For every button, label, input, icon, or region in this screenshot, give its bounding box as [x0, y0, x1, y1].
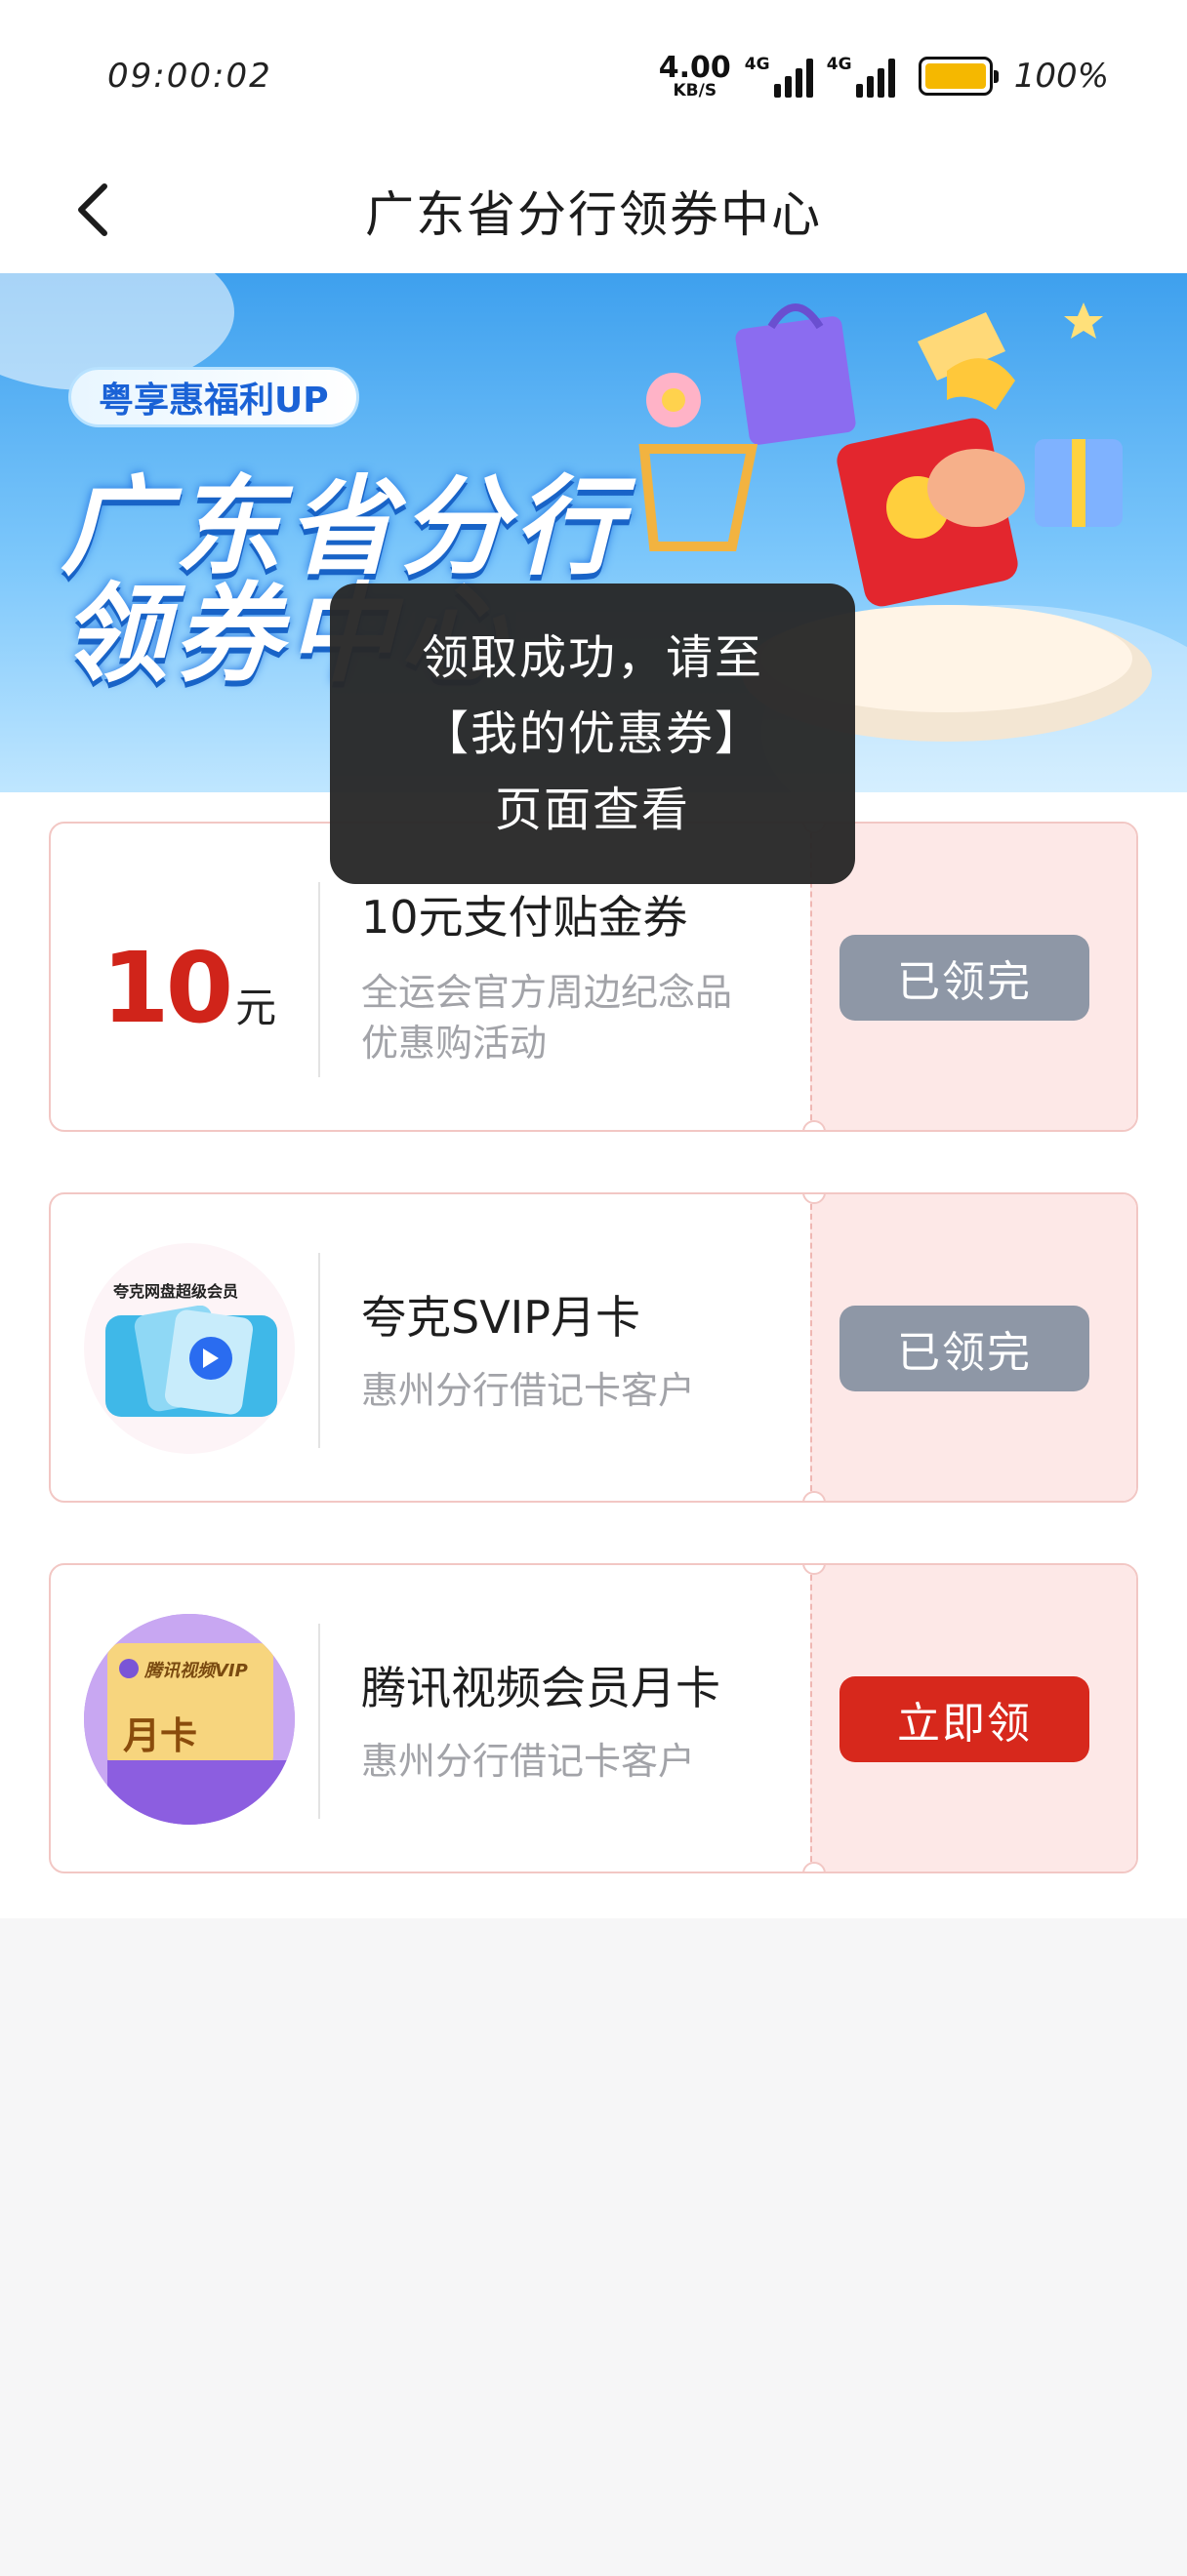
network-speed-value: 4.00	[658, 50, 731, 85]
battery-percent: 100%	[1013, 57, 1109, 96]
claimed-out-button[interactable]: 已领完	[839, 935, 1089, 1021]
sim2-network-label: 4G	[826, 55, 852, 74]
status-time: 09:00:02	[107, 57, 272, 96]
toast-line1: 领取成功，请至	[421, 630, 763, 685]
coupon-amount-unit: 元	[235, 984, 277, 1031]
coupon-description-line1: 惠州分行借记卡客户	[361, 1740, 696, 1783]
claimed-out-button[interactable]: 已领完	[839, 1306, 1089, 1391]
tencent-thumb-caption: 腾讯视频VIP	[144, 1661, 248, 1681]
battery-icon	[918, 57, 999, 96]
coupon-description-line1: 惠州分行借记卡客户	[361, 1369, 696, 1412]
coupon-title: 腾讯视频会员月卡	[361, 1662, 720, 1714]
sim1-network-label: 4G	[744, 55, 770, 74]
coupon-title: 夸克SVIP月卡	[361, 1291, 640, 1344]
status-bar: 09:00:02 4.00 KB/S 4G 4G 100%	[0, 0, 1187, 146]
banner-tag: 粤享惠福利UP	[68, 367, 359, 427]
network-speed: 4.00 KB/S	[658, 50, 731, 101]
coupon-amount-value: 10	[102, 931, 233, 1045]
coupon-title: 10元支付贴金券	[361, 891, 688, 944]
toast-line3: 页面查看	[494, 783, 690, 837]
tencent-thumb-badge: 月卡	[123, 1714, 198, 1757]
network-speed-unit: KB/S	[673, 80, 717, 101]
coupon-card-tencent-video: 腾讯视频VIP 月卡 腾讯视频会员月卡 惠州分行借记卡客户 立即领	[49, 1563, 1138, 1873]
coupon-amount: 10 元	[102, 931, 276, 1045]
coupon-description-line2: 优惠购活动	[361, 1022, 548, 1065]
claim-now-button[interactable]: 立即领	[839, 1676, 1089, 1762]
quark-card-icon	[105, 1306, 277, 1417]
tencent-video-thumbnail: 腾讯视频VIP 月卡	[84, 1614, 295, 1825]
status-indicators: 4.00 KB/S 4G 4G 100%	[659, 49, 1109, 103]
signal-icon-sim1: 4G	[745, 55, 813, 98]
coupon-description-line1: 全运会官方周边纪念品	[361, 971, 733, 1014]
quark-thumb-caption: 夸克网盘超级会员	[113, 1282, 239, 1301]
signal-icon-sim2: 4G	[827, 55, 895, 98]
toast-message: 领取成功，请至 【我的优惠券】 页面查看	[330, 584, 855, 884]
quark-svip-thumbnail: 夸克网盘超级会员	[84, 1243, 295, 1454]
coupon-card-quark: 夸克网盘超级会员 夸克SVIP月卡 惠州分行借记卡客户 已领完	[49, 1192, 1138, 1503]
toast-line2: 【我的优惠券】	[421, 706, 763, 761]
page-title: 广东省分行领券中心	[365, 186, 822, 243]
coupon-list: 10 元 10元支付贴金券 全运会官方周边纪念品 优惠购活动 已领完 夸克网盘超…	[0, 792, 1187, 1918]
nav-bar: 广东省分行领券中心	[0, 146, 1187, 273]
